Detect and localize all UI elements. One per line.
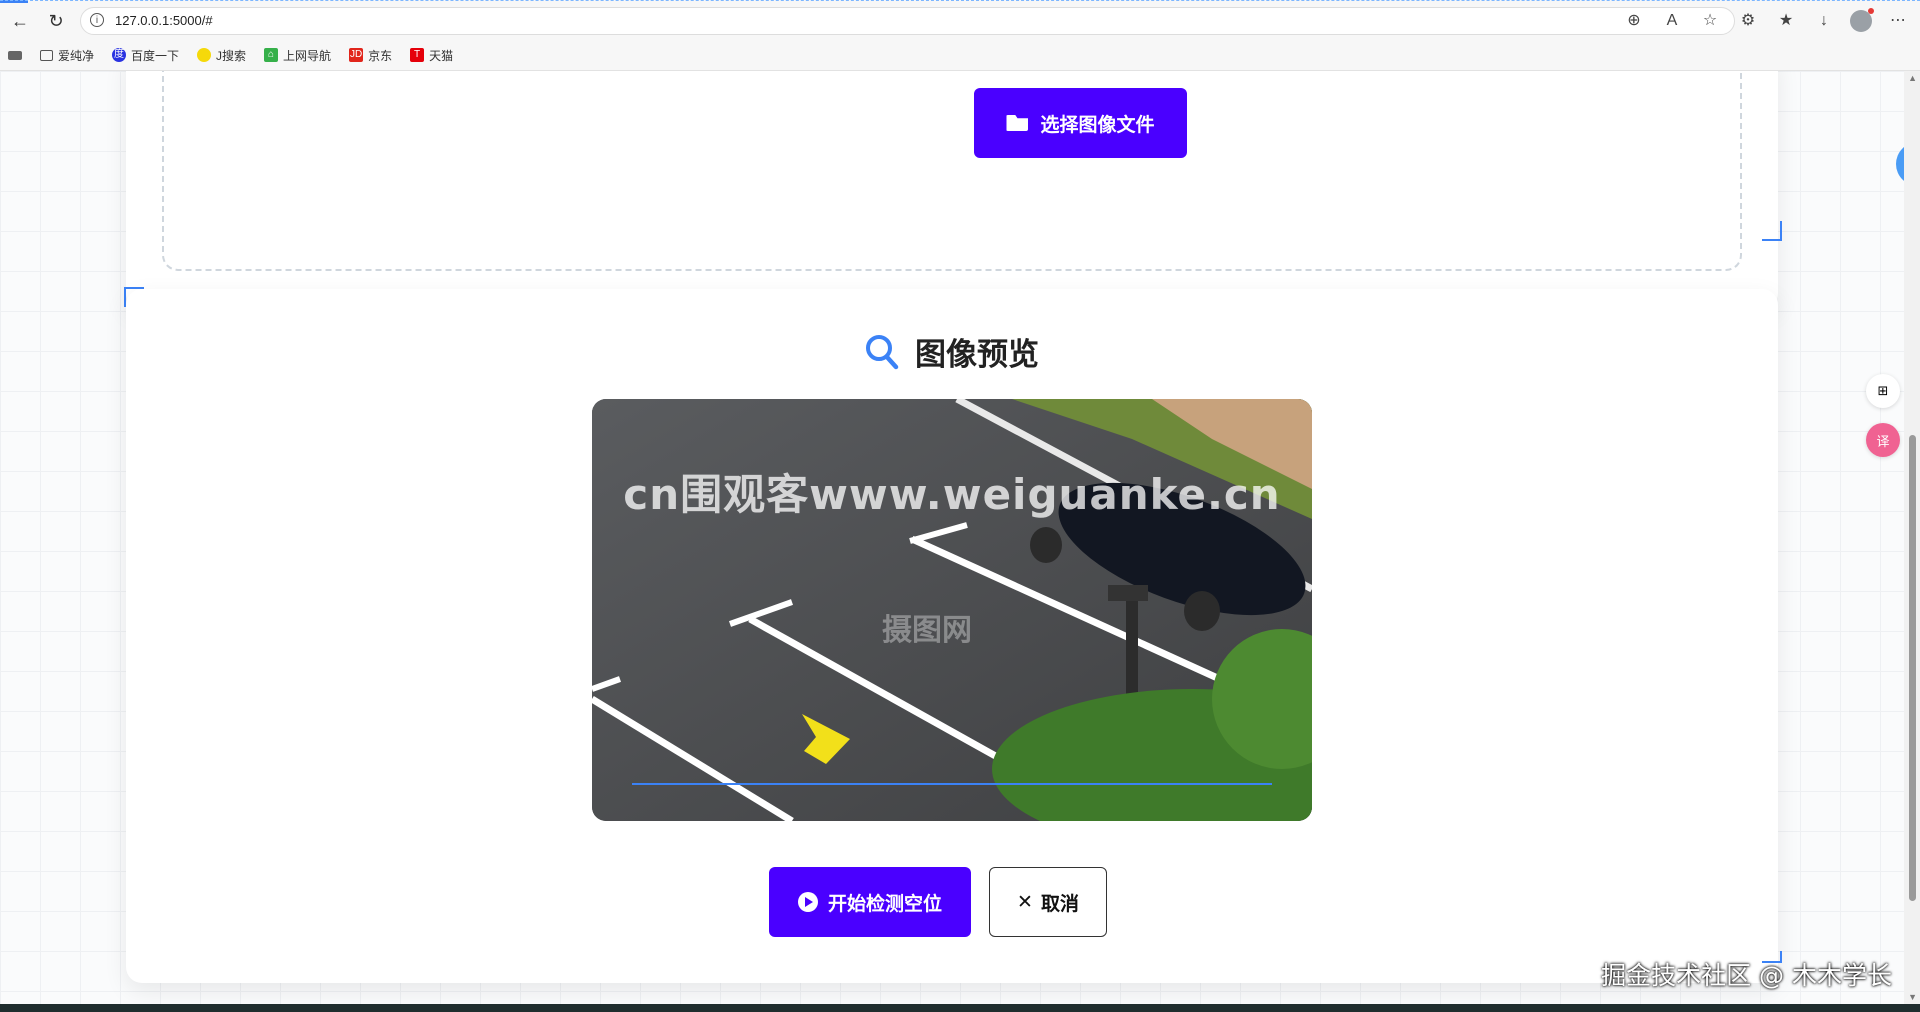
play-icon <box>797 892 818 912</box>
address-bar[interactable]: i 127.0.0.1:5000/# <box>80 7 1735 35</box>
translate-icon[interactable]: 译 <box>1866 423 1900 457</box>
bookmark-item[interactable]: JD 京东 <box>349 47 392 64</box>
profile-avatar[interactable] <box>1850 8 1874 32</box>
upload-card: 选择图像文件 <box>126 71 1778 309</box>
browser-toolbar: ⊕ A ☆ ⚙ ★ ↓ ⋯ <box>1622 8 1910 33</box>
more-menu-icon[interactable]: ⋯ <box>1886 9 1910 33</box>
bookmark-item[interactable]: 爱纯净 <box>40 47 94 64</box>
drop-zone[interactable]: 选择图像文件 <box>162 71 1742 271</box>
address-row: ← ↻ i 127.0.0.1:5000/# ⊕ A ☆ ⚙ ★ ↓ ⋯ <box>0 4 1920 38</box>
bookmark-item[interactable]: J搜索 <box>197 47 246 64</box>
folder-icon <box>40 49 53 61</box>
close-icon: ✕ <box>1017 891 1033 913</box>
baidu-icon: 度 <box>112 48 127 62</box>
info-icon[interactable]: i <box>90 13 104 27</box>
action-buttons: 开始检测空位 ✕ 取消 <box>126 867 1778 937</box>
bookmark-item[interactable]: ⌂ 上网导航 <box>264 47 331 64</box>
image-watermark: cn围观客www.weiguanke.cn <box>623 470 1281 519</box>
bookmarks-bar: 爱纯净 度百度一下 J搜索 ⌂ 上网导航 JD 京东 T 天猫 <box>8 44 453 66</box>
page-content: 选择图像文件 图像预览 cn围观客www.weiguanke.cn 摄图网 开始… <box>0 71 1904 1004</box>
preview-image: cn围观客www.weiguanke.cn 摄图网 <box>592 399 1312 821</box>
overlay-credit: 掘金技术社区 @ 木木学长 <box>1601 961 1892 990</box>
favorites-icon[interactable]: ★ <box>1774 9 1798 33</box>
preview-card: 图像预览 cn围观客www.weiguanke.cn 摄图网 开始检测空位 ✕ … <box>126 289 1778 983</box>
folder-open-icon <box>1006 115 1029 131</box>
bookmark-item[interactable]: T 天猫 <box>410 47 453 64</box>
cancel-button[interactable]: ✕ 取消 <box>989 867 1107 937</box>
tmall-icon: T <box>410 48 425 62</box>
select-image-button[interactable]: 选择图像文件 <box>974 88 1187 158</box>
bookmark-item[interactable]: 度百度一下 <box>112 47 179 64</box>
navigation-icon: ⌂ <box>264 48 279 62</box>
start-detection-button[interactable]: 开始检测空位 <box>769 867 971 937</box>
image-watermark-center: 摄图网 <box>882 614 972 647</box>
preview-header: 图像预览 <box>126 329 1778 374</box>
zoom-icon[interactable]: ⊕ <box>1622 9 1646 33</box>
url-text[interactable]: 127.0.0.1:5000/# <box>115 13 213 28</box>
scroll-thumb[interactable] <box>1909 435 1916 901</box>
back-icon[interactable]: ← <box>8 9 32 33</box>
bookmark-menu-icon[interactable] <box>8 50 22 60</box>
scan-line <box>632 783 1272 785</box>
browser-chrome: ← ↻ i 127.0.0.1:5000/# ⊕ A ☆ ⚙ ★ ↓ ⋯ 爱纯净… <box>0 0 1920 71</box>
read-aloud-icon[interactable]: A <box>1660 9 1684 33</box>
jd-icon: JD <box>349 48 364 62</box>
page-title: 图像预览 <box>915 337 1039 372</box>
scroll-up-icon[interactable]: ▲ <box>1908 73 1917 83</box>
download-icon[interactable]: ↓ <box>1812 9 1836 33</box>
page-scrollbar[interactable]: ▲ ▼ <box>1904 71 1920 1004</box>
add-app-icon[interactable]: ⊞ <box>1866 374 1900 408</box>
extensions-icon[interactable]: ⚙ <box>1736 9 1760 33</box>
search-engine-icon <box>197 48 212 62</box>
corner-decoration <box>1762 221 1782 241</box>
page-loading-indicator <box>0 0 1920 3</box>
favorite-star-icon[interactable]: ☆ <box>1698 9 1722 33</box>
search-icon <box>865 334 899 370</box>
reload-icon[interactable]: ↻ <box>44 9 68 33</box>
scroll-down-icon[interactable]: ▼ <box>1908 992 1917 1002</box>
taskbar <box>0 1004 1920 1012</box>
